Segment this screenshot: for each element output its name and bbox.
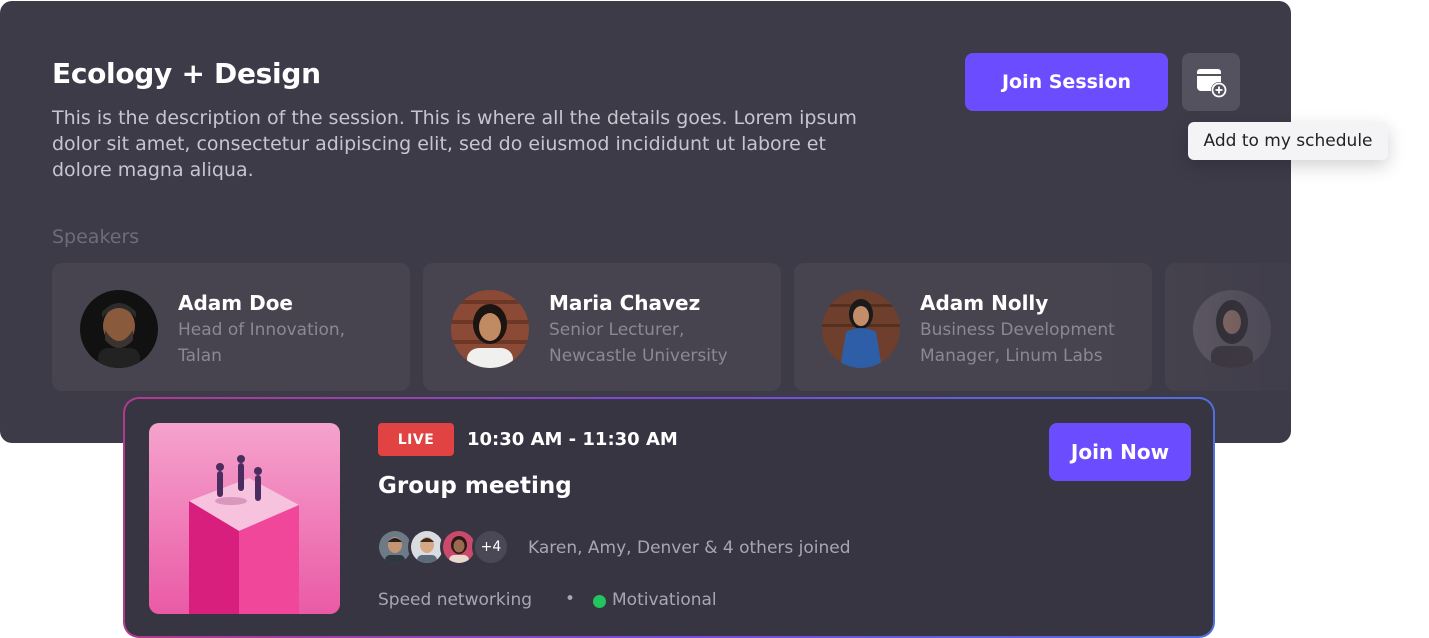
meeting-title: Group meeting [378,473,572,499]
meeting-tag-category: Speed networking [378,590,533,610]
add-to-schedule-button[interactable] [1182,53,1240,111]
meeting-tag-mood: Motivational [612,590,717,610]
speaker-card[interactable]: Adam Nolly Business Development Manager,… [794,263,1152,391]
meeting-thumbnail [149,423,340,614]
tag-separator: • [565,589,576,609]
calendar-add-icon [1197,69,1227,98]
join-now-button[interactable]: Join Now [1049,423,1191,481]
meeting-time: 10:30 AM - 11:30 AM [467,429,678,450]
speaker-name: Adam Nolly [920,291,1049,315]
live-meeting-card: LIVE 10:30 AM - 11:30 AM Group meeting J… [123,397,1215,638]
speaker-name: Adam Doe [178,291,293,315]
session-description: This is the description of the session. … [52,107,857,181]
speaker-avatar [1193,290,1271,368]
speaker-avatar [80,290,158,368]
speaker-role: Business Development Manager, Linum Labs [920,320,1115,366]
speaker-avatar [822,290,900,368]
more-attendees-count[interactable]: +4 [472,528,510,566]
speaker-card[interactable]: Maria Chavez Senior Lecturer, Newcastle … [423,263,781,391]
session-title: Ecology + Design [52,57,321,90]
speakers-heading: Speakers [52,226,140,248]
status-dot [593,595,606,608]
join-session-button[interactable]: Join Session [965,53,1168,111]
speaker-avatar [451,290,529,368]
speaker-card[interactable]: Adam Doe Head of Innovation, Talan [52,263,410,391]
speaker-name: Maria Chavez [549,291,701,315]
joined-text: Karen, Amy, Denver & 4 others joined [528,538,851,558]
live-badge: LIVE [378,423,454,456]
speaker-role: Senior Lecturer, Newcastle University [549,320,728,366]
speaker-card-partial[interactable] [1165,263,1291,391]
speaker-role: Head of Innovation, Talan [178,320,346,366]
session-card: Ecology + Design This is the description… [0,1,1291,443]
schedule-tooltip: Add to my schedule [1188,122,1388,160]
